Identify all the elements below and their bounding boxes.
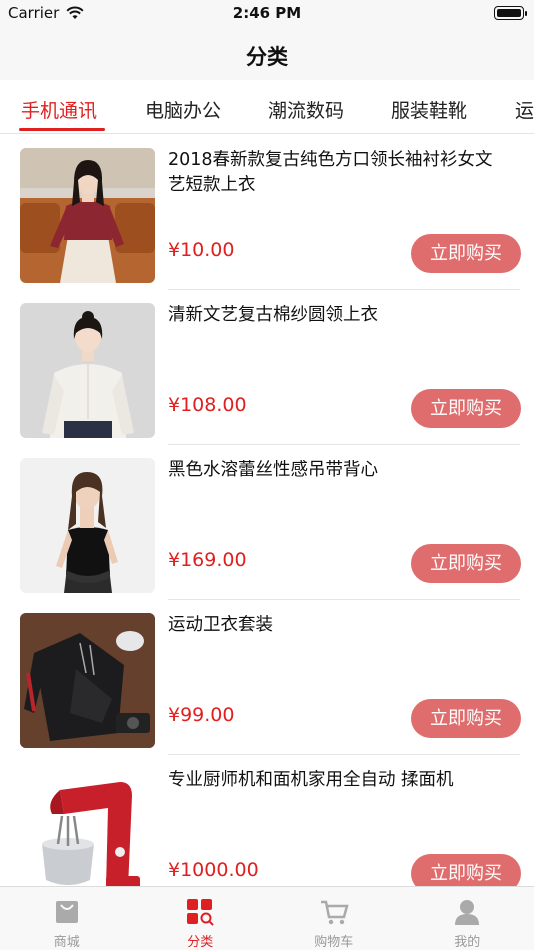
- product-price: ¥169.00: [168, 549, 247, 571]
- product-image: [20, 458, 155, 593]
- buy-now-button[interactable]: 立即购买: [411, 699, 521, 738]
- product-item[interactable]: 清新文艺复古棉纱圆领上衣 ¥108.00 立即购买: [0, 290, 534, 445]
- product-price: ¥1000.00: [168, 859, 259, 881]
- tabbar-item-category[interactable]: 分类: [134, 887, 268, 950]
- buy-now-button[interactable]: 立即购买: [411, 854, 521, 886]
- product-item[interactable]: 黑色水溶蕾丝性感吊带背心 ¥169.00 立即购买: [0, 445, 534, 600]
- product-price: ¥10.00: [168, 239, 235, 261]
- product-image: [20, 148, 155, 283]
- status-time: 2:46 PM: [232, 4, 302, 22]
- product-title[interactable]: 清新文艺复古棉纱圆领上衣: [168, 303, 508, 328]
- active-tab-indicator: [19, 128, 105, 131]
- tabbar-label: 商城: [53, 935, 80, 950]
- tab-phone-communication[interactable]: 手机通讯: [21, 96, 97, 123]
- battery-icon: [494, 6, 527, 20]
- product-price: ¥99.00: [168, 704, 235, 726]
- product-title[interactable]: 运动卫衣套装: [168, 613, 508, 638]
- tabbar-item-cart[interactable]: 购物车: [267, 887, 401, 950]
- product-image: [20, 768, 155, 886]
- page-title: 分类: [246, 45, 288, 69]
- product-title[interactable]: 黑色水溶蕾丝性感吊带背心: [168, 458, 508, 483]
- product-list[interactable]: 2018春新款复古纯色方口领长袖衬衫女文艺短款上衣 ¥10.00 立即购买 清新…: [0, 135, 534, 886]
- user-icon: [455, 900, 480, 925]
- shop-bag-icon: [55, 901, 78, 923]
- tab-computer-office[interactable]: 电脑办公: [145, 96, 221, 123]
- buy-now-button[interactable]: 立即购买: [411, 389, 521, 428]
- bottom-tab-bar: 商城 分类 购物车 我的: [0, 886, 534, 950]
- product-price: ¥108.00: [168, 394, 247, 416]
- tabbar-label: 购物车: [314, 935, 354, 950]
- category-grid-icon: [187, 899, 214, 926]
- category-tabs: 手机通讯 电脑办公 潮流数码 服装鞋靴 运: [0, 80, 534, 134]
- tabbar-item-me[interactable]: 我的: [401, 887, 534, 950]
- product-image: [20, 613, 155, 748]
- tabbar-item-shop[interactable]: 商城: [0, 887, 134, 950]
- navigation-bar: 分类: [0, 28, 534, 80]
- product-item[interactable]: 运动卫衣套装 ¥99.00 立即购买: [0, 600, 534, 755]
- tab-clothing-shoes[interactable]: 服装鞋靴: [391, 96, 467, 123]
- product-item[interactable]: 专业厨师机和面机家用全自动 揉面机 ¥1000.00 立即购买: [0, 755, 534, 886]
- product-item[interactable]: 2018春新款复古纯色方口领长袖衬衫女文艺短款上衣 ¥10.00 立即购买: [0, 135, 534, 290]
- status-bar: Carrier 2:46 PM: [0, 0, 534, 28]
- product-title[interactable]: 专业厨师机和面机家用全自动 揉面机: [168, 768, 508, 793]
- product-title[interactable]: 2018春新款复古纯色方口领长袖衬衫女文艺短款上衣: [168, 148, 508, 198]
- tab-digital[interactable]: 潮流数码: [268, 96, 344, 123]
- buy-now-button[interactable]: 立即购买: [411, 234, 521, 273]
- product-image: [20, 303, 155, 438]
- cart-icon: [320, 900, 349, 925]
- tab-sports[interactable]: 运: [515, 96, 534, 123]
- tabbar-label: 分类: [187, 935, 214, 950]
- buy-now-button[interactable]: 立即购买: [411, 544, 521, 583]
- tabbar-label: 我的: [454, 935, 481, 950]
